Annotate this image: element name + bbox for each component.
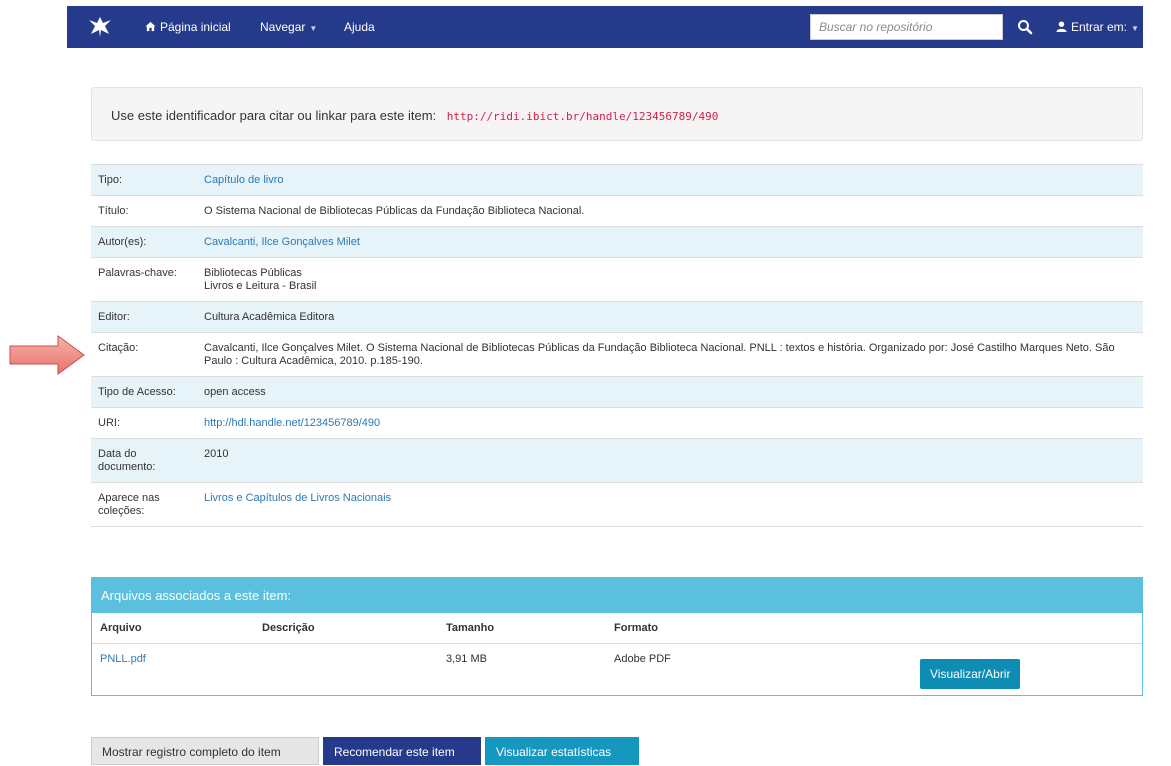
column-header-actions — [912, 613, 1142, 644]
identifier-text: Use este identificador para citar ou lin… — [111, 108, 722, 124]
identifier-box: Use este identificador para citar ou lin… — [91, 87, 1143, 141]
metadata-label: Tipo de Acesso: — [91, 376, 197, 408]
search-icon[interactable] — [1017, 19, 1033, 35]
citation-value: Cavalcanti, Ilce Gonçalves Milet. O Sist… — [197, 332, 1143, 377]
user-icon — [1056, 21, 1067, 32]
login-dropdown[interactable]: Entrar em: ▼ — [1056, 6, 1139, 48]
column-header: Tamanho — [438, 613, 606, 644]
title-value: O Sistema Nacional de Bibliotecas Públic… — [197, 195, 1143, 227]
login-label: Entrar em: — [1071, 20, 1128, 34]
metadata-row-access: Tipo de Acesso: open access — [91, 376, 1143, 408]
column-header: Descrição — [254, 613, 438, 644]
files-table: Arquivo Descrição Tamanho Formato PNLL.p… — [92, 613, 1142, 698]
metadata-label: Aparece nas coleções: — [91, 482, 197, 527]
nav-home-label: Página inicial — [160, 20, 231, 34]
nav-help[interactable]: Ajuda — [344, 6, 375, 48]
metadata-label: Editor: — [91, 301, 197, 333]
item-metadata-table: Tipo: Capítulo de livro Título: O Sistem… — [91, 164, 1143, 527]
nav-browse-dropdown[interactable]: Navegar ▼ — [260, 6, 317, 48]
recommend-item-button[interactable]: Recomendar este item — [323, 737, 481, 765]
metadata-row-date: Data do documento: 2010 — [91, 438, 1143, 483]
metadata-row-citation: Citação: Cavalcanti, Ilce Gonçalves Mile… — [91, 332, 1143, 377]
author-link[interactable]: Cavalcanti, Ilce Gonçalves Milet — [204, 236, 360, 248]
file-size: 3,91 MB — [446, 653, 487, 665]
metadata-row-author: Autor(es): Cavalcanti, Ilce Gonçalves Mi… — [91, 226, 1143, 258]
metadata-label: Palavras-chave: — [91, 257, 197, 302]
metadata-row-title: Título: O Sistema Nacional de Biblioteca… — [91, 195, 1143, 227]
chevron-down-icon: ▼ — [309, 24, 318, 33]
metadata-label: URI: — [91, 407, 197, 439]
top-navbar: Página inicial Navegar▼ Ajuda Entrar em:… — [67, 6, 1143, 48]
metadata-row-keywords: Palavras-chave: Bibliotecas Públicas Liv… — [91, 257, 1143, 302]
uri-link[interactable]: http://hdl.handle.net/123456789/490 — [204, 417, 380, 429]
nav-help-label: Ajuda — [344, 20, 375, 34]
metadata-row-type: Tipo: Capítulo de livro — [91, 164, 1143, 196]
search-input[interactable] — [810, 14, 1003, 40]
files-panel: Arquivos associados a este item: Arquivo… — [91, 577, 1143, 696]
file-row: PNLL.pdf 3,91 MB Adobe PDF Visualizar/Ab… — [92, 644, 1142, 699]
view-open-button[interactable]: Visualizar/Abrir — [920, 659, 1021, 689]
nav-home[interactable]: Página inicial — [145, 6, 231, 48]
identifier-label: Use este identificador para citar ou lin… — [111, 108, 437, 123]
show-full-record-button[interactable]: Mostrar registro completo do item — [91, 737, 319, 765]
metadata-row-uri: URI: http://hdl.handle.net/123456789/490 — [91, 407, 1143, 439]
publisher-value: Cultura Acadêmica Editora — [197, 301, 1143, 333]
identifier-url[interactable]: http://ridi.ibict.br/handle/123456789/49… — [443, 109, 722, 124]
metadata-label: Título: — [91, 195, 197, 227]
metadata-label: Citação: — [91, 332, 197, 377]
metadata-label: Autor(es): — [91, 226, 197, 258]
column-header: Arquivo — [92, 613, 254, 644]
right-arrow-icon — [9, 335, 85, 375]
home-icon — [145, 21, 156, 32]
file-link[interactable]: PNLL.pdf — [100, 653, 146, 665]
file-format: Adobe PDF — [614, 653, 671, 665]
files-header-row: Arquivo Descrição Tamanho Formato — [92, 613, 1142, 644]
date-value: 2010 — [197, 438, 1143, 483]
column-header: Formato — [606, 613, 912, 644]
metadata-label: Data do documento: — [91, 438, 197, 483]
access-value: open access — [197, 376, 1143, 408]
metadata-label: Tipo: — [91, 164, 197, 196]
view-statistics-button[interactable]: Visualizar estatísticas — [485, 737, 639, 765]
chevron-down-icon: ▼ — [1131, 24, 1139, 33]
file-description — [254, 644, 438, 699]
repository-logo-icon[interactable] — [87, 15, 113, 39]
keyword: Livros e Leitura - Brasil — [204, 280, 317, 292]
metadata-row-publisher: Editor: Cultura Acadêmica Editora — [91, 301, 1143, 333]
keyword: Bibliotecas Públicas — [204, 267, 302, 279]
type-link[interactable]: Capítulo de livro — [204, 174, 284, 186]
keywords-value: Bibliotecas Públicas Livros e Leitura - … — [197, 257, 1143, 302]
metadata-row-collections: Aparece nas coleções: Livros e Capítulos… — [91, 482, 1143, 527]
nav-browse-label: Navegar — [260, 20, 306, 34]
files-panel-heading: Arquivos associados a este item: — [92, 578, 1142, 613]
collection-link[interactable]: Livros e Capítulos de Livros Nacionais — [204, 492, 391, 504]
